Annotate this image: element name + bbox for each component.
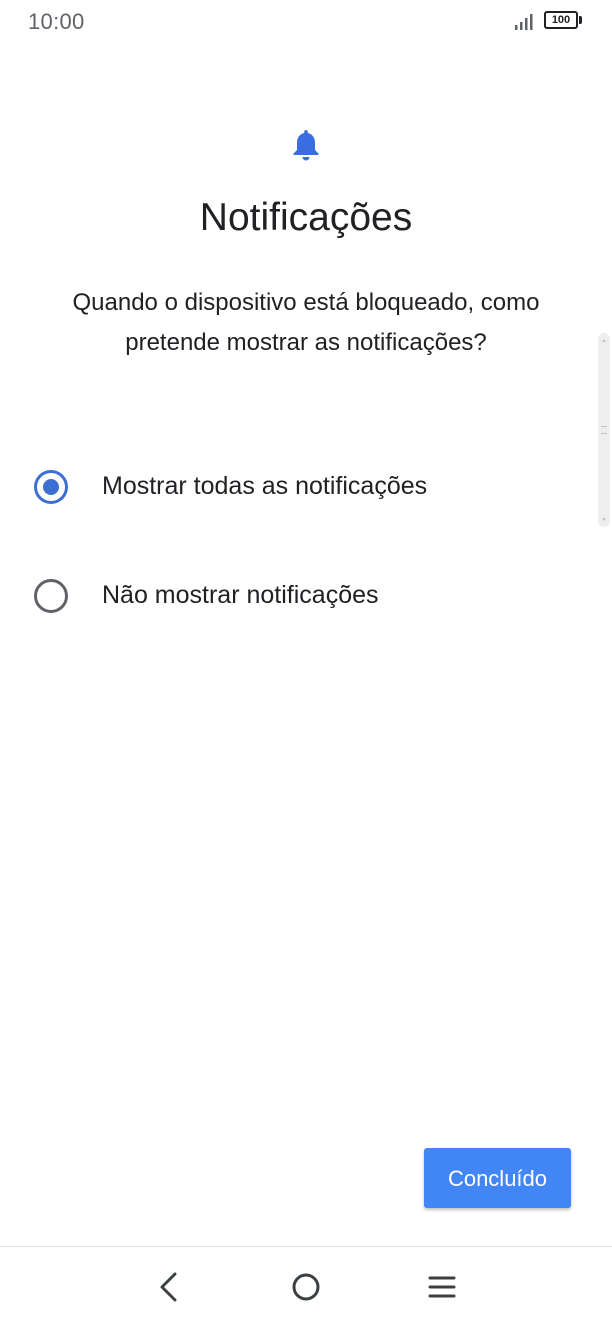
done-button[interactable]: Concluído [424, 1148, 571, 1208]
status-bar: 10:00 100 [0, 0, 612, 44]
bell-icon [293, 130, 319, 161]
option-hide-all[interactable]: Não mostrar notificações [0, 561, 590, 631]
option-label: Mostrar todas as notificações [102, 472, 428, 500]
radio-button-unchecked[interactable] [34, 579, 68, 613]
page-subtitle: Quando o dispositivo está bloqueado, com… [72, 289, 540, 356]
status-time: 10:00 [28, 9, 85, 34]
scroll-down-icon [602, 518, 606, 521]
page-title: Notificações [199, 196, 413, 239]
scroll-up-icon [602, 339, 606, 342]
scroll-grip-icon [601, 426, 607, 434]
radio-dot [43, 479, 59, 495]
option-label: Não mostrar notificações [102, 581, 379, 609]
radio-button-checked[interactable] [34, 470, 68, 504]
scrollbar[interactable] [598, 333, 610, 527]
home-icon[interactable] [286, 1267, 326, 1307]
signal-icon [515, 14, 533, 30]
menu-icon[interactable] [422, 1267, 462, 1307]
battery-tip [579, 16, 582, 24]
navigation-bar [0, 1246, 612, 1328]
option-show-all[interactable]: Mostrar todas as notificações [0, 452, 590, 522]
battery-icon: 100 [544, 11, 584, 31]
back-icon[interactable] [150, 1267, 190, 1307]
notification-setup-screen: 10:00 100 Notificações Quando o disposit… [0, 0, 612, 1328]
battery-level: 100 [544, 11, 578, 29]
